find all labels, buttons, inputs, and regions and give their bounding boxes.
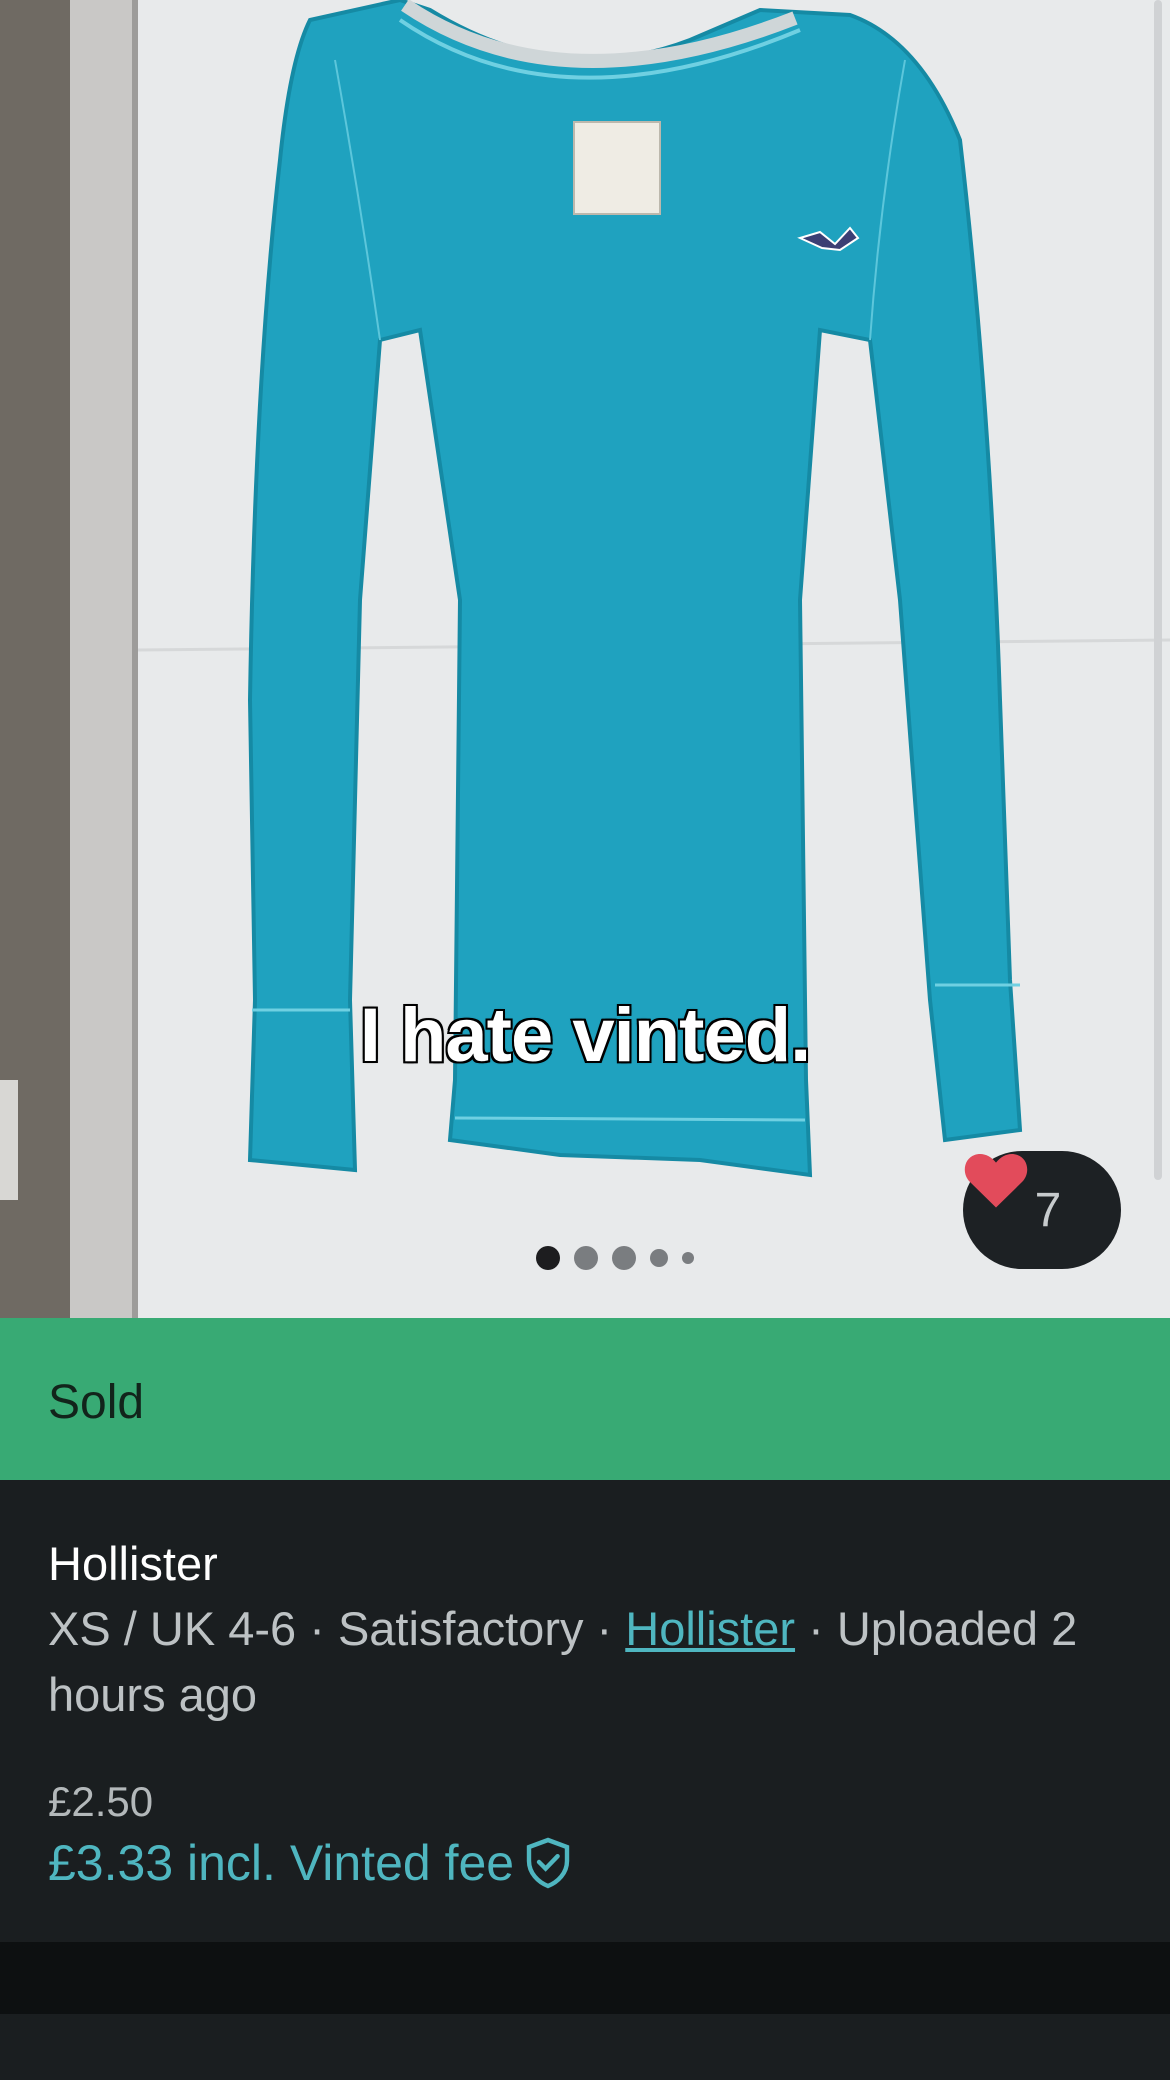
shirt-photo-illustration [0,0,1170,1318]
carousel-dots[interactable] [536,1246,694,1270]
carousel-dot[interactable] [612,1246,636,1270]
sold-banner: Sold [0,1318,1170,1480]
brand-link[interactable]: Hollister [625,1602,795,1655]
separator: · [795,1602,837,1655]
heart-icon [964,1154,1028,1208]
carousel-dot[interactable] [536,1246,560,1270]
sold-label: Sold [48,1376,145,1429]
overlay-caption: I hate vinted. [358,991,814,1080]
favorite-button[interactable]: 7 [963,1151,1121,1269]
item-details: Hollister XS / UK 4-6 · Satisfactory · H… [0,1480,1170,1942]
separator: · [583,1602,626,1655]
item-photo[interactable]: I hate vinted. 7 [0,0,1170,1318]
price-incl-fee[interactable]: £3.33 incl. Vinted fee [48,1834,572,1892]
carousel-dot[interactable] [682,1252,694,1264]
item-meta: XS / UK 4-6 · Satisfactory · Hollister ·… [48,1596,1128,1728]
carousel-dot[interactable] [574,1246,598,1270]
item-condition: Satisfactory [337,1602,584,1655]
scrollbar[interactable] [1154,0,1162,1180]
separator: · [296,1602,338,1655]
item-size: XS / UK 4-6 [48,1602,297,1655]
shield-check-icon [526,1837,570,1889]
bottom-panel [0,2014,1170,2080]
carousel-dot[interactable] [650,1249,668,1267]
favorite-count: 7 [1034,1183,1062,1237]
price-incl-fee-label: £3.33 incl. Vinted fee [48,1835,515,1891]
item-price: £2.50 [48,1778,154,1825]
section-divider [0,1942,1170,2014]
item-title: Hollister [48,1537,218,1590]
